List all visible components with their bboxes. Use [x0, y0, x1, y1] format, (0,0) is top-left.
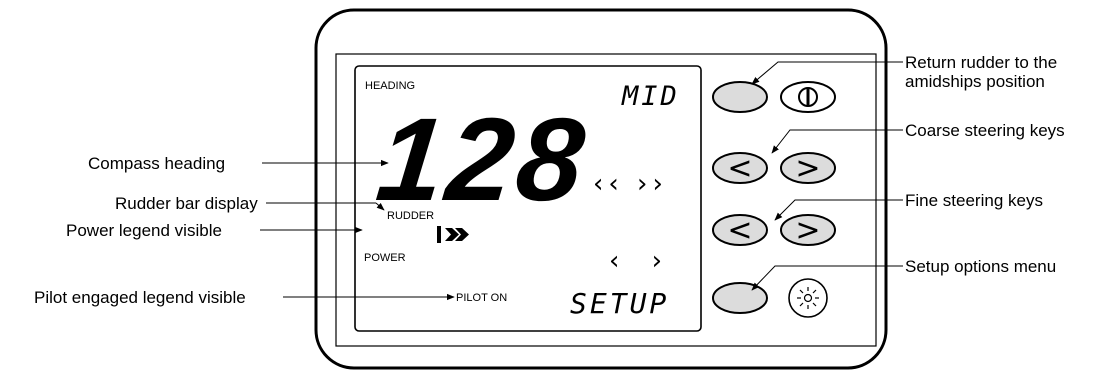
callout-return-rudder-line1: Return rudder to the	[905, 53, 1058, 72]
coarse-right-symbol: >	[795, 151, 820, 186]
callout-pilot-engaged: Pilot engaged legend visible	[34, 288, 246, 307]
callout-fine-keys: Fine steering keys	[905, 191, 1043, 210]
compass-heading-value: 128	[371, 94, 594, 226]
pilot-on-legend: PILOT ON	[456, 292, 507, 304]
amidships-button[interactable]	[712, 81, 768, 113]
backlight-button[interactable]	[788, 278, 828, 318]
heading-legend: HEADING	[365, 80, 415, 92]
callout-compass-heading: Compass heading	[88, 154, 226, 173]
callout-coarse-keys: Coarse steering keys	[905, 121, 1065, 140]
rudder-legend: RUDDER	[387, 210, 434, 222]
mode-indicator: MID	[621, 81, 680, 112]
fine-right-symbol: >	[795, 213, 820, 248]
coarse-left-symbol: <	[727, 151, 752, 186]
fine-steer-indicator: ‹ ›	[609, 246, 674, 276]
menu-indicator: SETUP	[570, 287, 669, 320]
callout-rudder-bar: Rudder bar display	[115, 194, 258, 213]
fine-left-symbol: <	[727, 213, 752, 248]
setup-button[interactable]	[712, 282, 768, 314]
coarse-steer-indicator: ‹‹ ››	[593, 169, 668, 199]
callout-power-legend: Power legend visible	[66, 221, 222, 240]
power-legend: POWER	[364, 252, 406, 264]
power-icon	[798, 87, 818, 107]
callout-return-rudder-line2: amidships position	[905, 72, 1045, 91]
power-button[interactable]	[780, 81, 836, 113]
callout-setup-menu: Setup options menu	[905, 257, 1057, 276]
